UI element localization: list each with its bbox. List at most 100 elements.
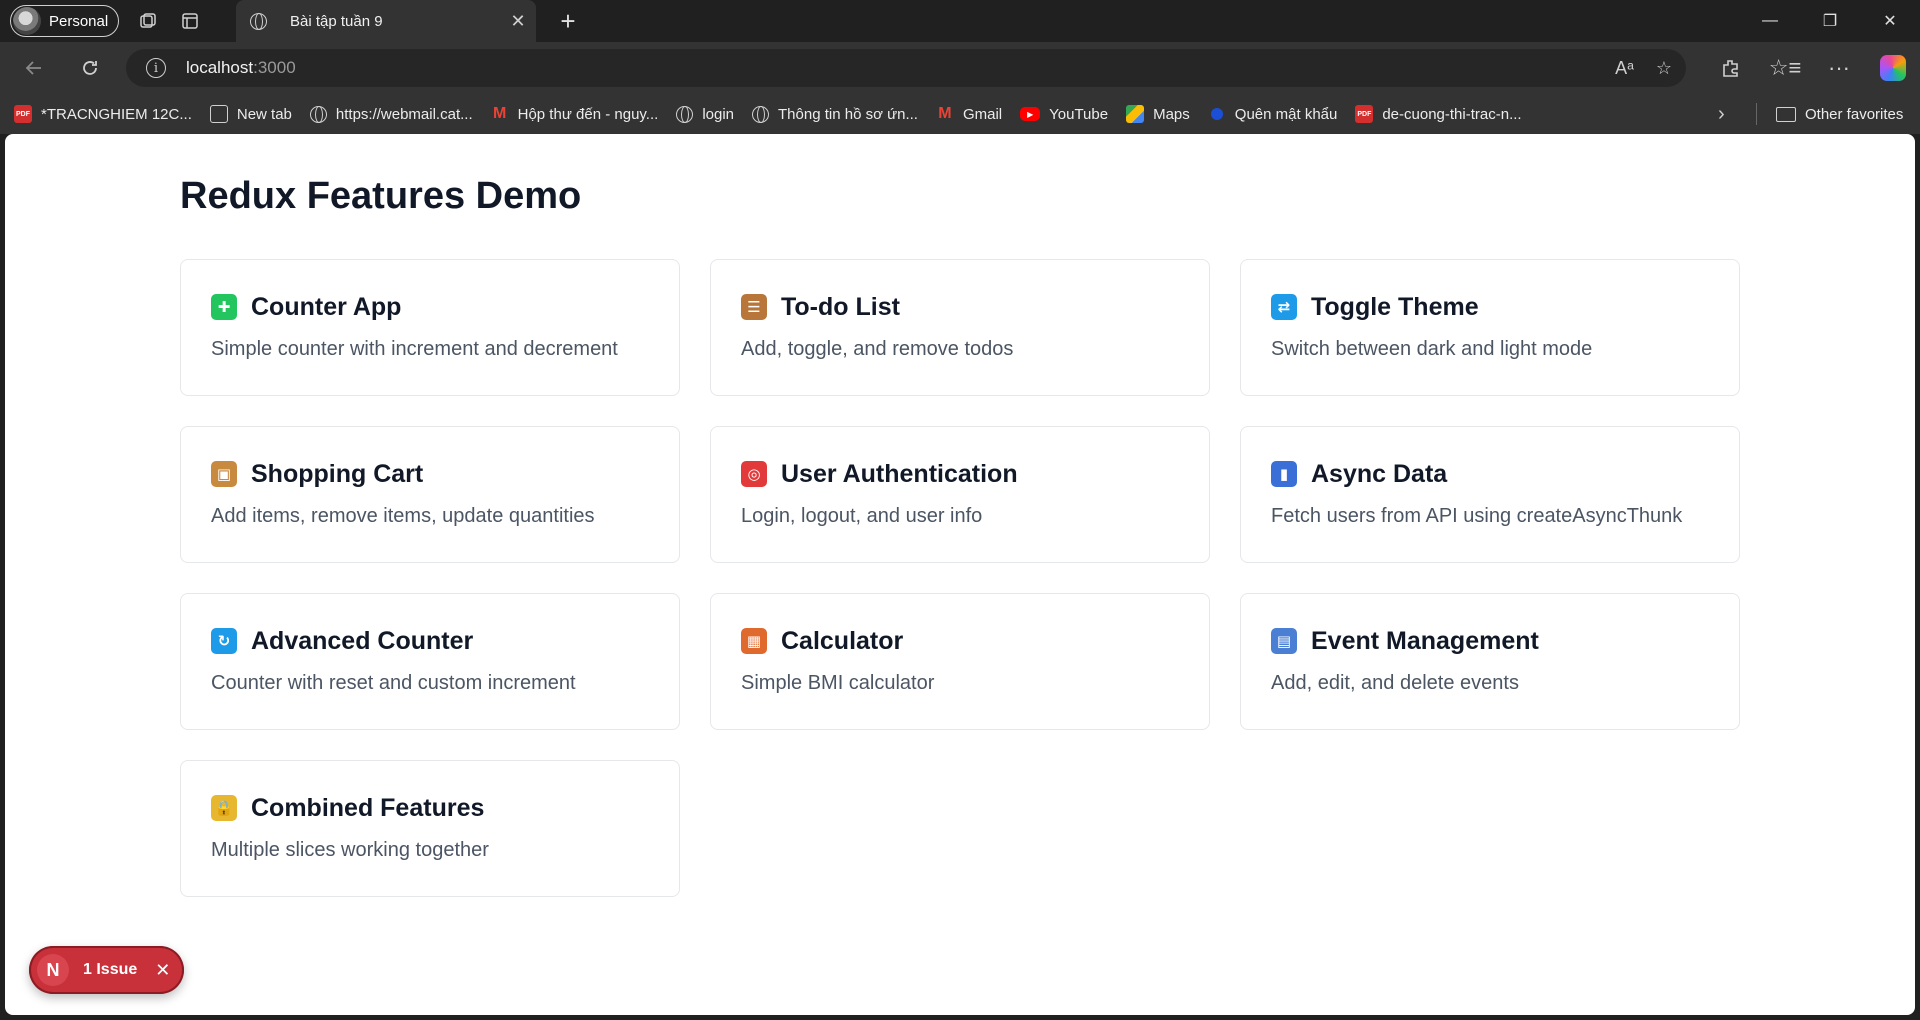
tab-title: Bài tập tuần 9 [290, 12, 383, 30]
bookmark-label: Gmail [962, 105, 1003, 123]
feature-card-combined-features[interactable]: 🔒 Combined Features Multiple slices worki… [180, 760, 680, 897]
minimize-button[interactable]: — [1740, 0, 1800, 42]
restore-button[interactable]: ❐ [1800, 0, 1860, 42]
feature-card-todo-list[interactable]: ☰ To-do List Add, toggle, and remove todo… [710, 259, 1210, 396]
target-icon: ◎ [741, 461, 767, 487]
tab-actions-icon[interactable] [169, 0, 211, 42]
bookmark-label: Quên mật khẩu [1234, 105, 1338, 123]
active-tab[interactable]: Bài tập tuần 9 ✕ [236, 0, 536, 42]
bookmark-item[interactable]: Maps [1126, 105, 1190, 123]
bookmark-item[interactable]: ▶ YouTube [1020, 106, 1108, 123]
feature-card-async-data[interactable]: ▮ Async Data Fetch users from API using c… [1240, 426, 1740, 563]
bookmark-item[interactable]: https://webmail.cat... [309, 105, 473, 123]
pdf-icon: PDF [14, 105, 32, 123]
bookmark-item[interactable]: M Hộp thư đến - nguy... [491, 105, 659, 123]
address-bar[interactable]: i localhost:3000 Aᵃ ☆ [126, 49, 1686, 87]
card-description: Add items, remove items, update quantiti… [211, 505, 595, 527]
other-favorites-label: Other favorites [1805, 105, 1904, 123]
maps-icon [1126, 105, 1145, 123]
bookmark-label: login [702, 105, 735, 123]
lock-icon: 🔒 [211, 795, 237, 821]
card-description: Counter with reset and custom increment [211, 672, 576, 694]
bar-chart-icon: ▮ [1271, 461, 1297, 487]
back-button[interactable] [12, 48, 56, 88]
site-info-icon[interactable]: i [146, 58, 166, 78]
card-description: Simple counter with increment and decrem… [211, 338, 618, 360]
bookmark-item[interactable]: M Gmail [936, 105, 1002, 123]
card-title: Async Data [1311, 459, 1448, 488]
close-window-button[interactable]: ✕ [1860, 0, 1920, 42]
card-title: Counter App [251, 292, 402, 321]
pdf-icon: PDF [1355, 105, 1374, 123]
more-menu-icon[interactable]: ··· [1812, 48, 1866, 88]
bookmark-item[interactable]: Thông tin hồ sơ ứn... [752, 105, 918, 123]
feature-card-event-management[interactable]: ▤ Event Management Add, edit, and delete … [1240, 593, 1740, 730]
browser-toolbar: i localhost:3000 Aᵃ ☆ ☆≡ ··· [0, 42, 1920, 94]
other-favorites[interactable]: Other favorites [1776, 106, 1903, 123]
folder-icon [1776, 106, 1796, 122]
bookmark-item[interactable]: login [676, 105, 735, 123]
favorites-icon[interactable]: ☆≡ [1758, 48, 1812, 88]
card-title: Shopping Cart [251, 459, 424, 488]
card-title: Advanced Counter [251, 626, 474, 655]
bookmark-label: de-cuong-thi-trac-n... [1382, 105, 1522, 123]
clipboard-icon: ☰ [741, 294, 767, 320]
bookmark-item[interactable]: PDF *TRACNGHIEM 12C... [14, 105, 192, 123]
nextjs-logo-icon: N [37, 954, 69, 986]
new-tab-button[interactable]: + [548, 2, 588, 40]
globe-icon [752, 105, 770, 123]
card-title: Calculator [781, 626, 904, 655]
bookmark-label: Hộp thư đến - nguy... [517, 105, 659, 123]
feature-card-calculator[interactable]: ▦ Calculator Simple BMI calculator [710, 593, 1210, 730]
feature-card-user-authentication[interactable]: ◎ User Authentication Login, logout, and … [710, 426, 1210, 563]
nextjs-issues-badge[interactable]: N 1 Issue ✕ [29, 946, 184, 994]
abacus-icon: ▦ [741, 628, 767, 654]
card-title: Combined Features [251, 793, 485, 822]
feature-card-counter-app[interactable]: ✚ Counter App Simple counter with increme… [180, 259, 680, 396]
gmail-icon: M [938, 105, 952, 122]
card-description: Switch between dark and light mode [1271, 338, 1593, 360]
card-description: Multiple slices working together [211, 839, 489, 861]
bookmark-label: Maps [1153, 105, 1190, 123]
browser-titlebar: Personal Bài tập tuần 9 ✕ + — ❐ ✕ [0, 0, 1920, 42]
youtube-icon: ▶ [1020, 107, 1041, 121]
card-title: User Authentication [781, 459, 1018, 488]
close-icon[interactable]: ✕ [155, 960, 170, 981]
arrow-left-icon [25, 61, 41, 75]
bookmark-item[interactable]: New tab [209, 105, 292, 123]
read-aloud-icon[interactable]: Aᵃ [1615, 58, 1634, 79]
package-icon: ▣ [211, 461, 237, 487]
profile-label: Personal [49, 12, 109, 30]
gmail-icon: M [492, 105, 507, 122]
card-description: Simple BMI calculator [741, 672, 935, 694]
profile-button[interactable]: Personal [10, 5, 120, 37]
bookmarks-bar: PDF *TRACNGHIEM 12C... New tab https://we… [0, 94, 1920, 134]
bookmarks-overflow-icon[interactable]: › [1718, 103, 1725, 126]
feature-grid: ✚ Counter App Simple counter with increme… [180, 259, 1745, 897]
card-title: To-do List [781, 292, 900, 321]
address-host: localhost [186, 58, 254, 77]
refresh-button[interactable] [68, 48, 112, 88]
feature-card-toggle-theme[interactable]: ⇄ Toggle Theme Switch between dark and li… [1240, 259, 1740, 396]
card-title: Event Management [1311, 626, 1539, 655]
bookmark-item[interactable]: Quên mật khẩu [1208, 105, 1338, 123]
feature-card-advanced-counter[interactable]: ↻ Advanced Counter Counter with reset and… [180, 593, 680, 730]
globe-icon [250, 12, 267, 30]
card-description: Login, logout, and user info [741, 505, 983, 527]
issue-count[interactable]: 1 Issue [83, 961, 137, 979]
globe-icon [676, 105, 694, 123]
workspaces-icon[interactable] [127, 0, 169, 42]
bookmark-item[interactable]: PDF de-cuong-thi-trac-n... [1355, 105, 1522, 123]
toolbar-right: ☆≡ ··· [1704, 42, 1920, 94]
bookmark-label: New tab [236, 105, 292, 123]
extensions-icon[interactable] [1704, 48, 1758, 88]
divider [1756, 103, 1757, 125]
copilot-icon[interactable] [1880, 55, 1906, 81]
bookmark-label: *TRACNGHIEM 12C... [41, 105, 192, 123]
bookmark-label: YouTube [1049, 105, 1109, 123]
feature-card-shopping-cart[interactable]: ▣ Shopping Cart Add items, remove items, … [180, 426, 680, 563]
calendar-icon: ▤ [1271, 628, 1297, 654]
favorite-star-icon[interactable]: ☆ [1656, 58, 1672, 79]
close-tab-icon[interactable]: ✕ [500, 11, 536, 32]
window-controls: — ❐ ✕ [1740, 0, 1920, 42]
